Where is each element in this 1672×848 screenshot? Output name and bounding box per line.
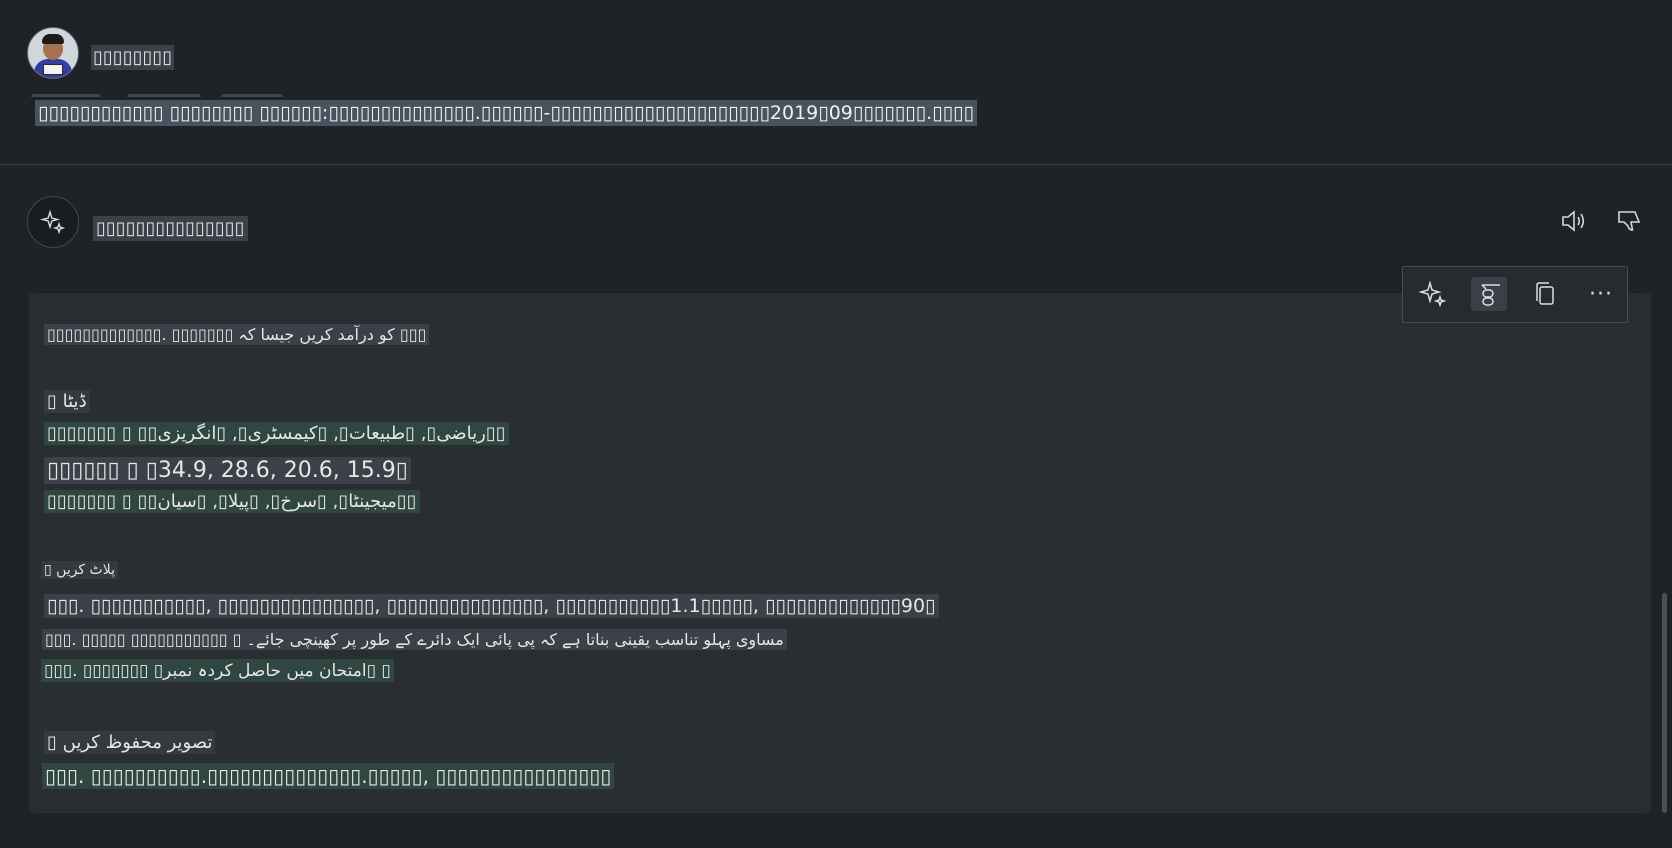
plot-line-3: ▯▯▯. ▯▯▯▯▯▯▯ ▯امتحان میں حاصل کردہ نمبر▯… <box>41 659 394 682</box>
data-heading: ▯ ڈیٹا <box>44 390 90 413</box>
save-line: ▯▯▯. ▯▯▯▯▯▯▯▯▯▯.▯▯▯▯▯▯▯▯▯▯▯▯▯▯.▯▯▯▯▯, ▯▯… <box>42 763 615 789</box>
read-aloud-button[interactable] <box>1557 204 1591 238</box>
copy-icon <box>1536 282 1554 305</box>
response-intro: ▯▯▯▯▯▯▯▯▯▯▯▯▯. ▯▯▯▯▯▯▯ کو درآمد کریں جیس… <box>44 324 430 345</box>
response-toolbar: ··· <box>1402 266 1628 323</box>
assistant-name: ▯▯▯▯▯▯▯▯▯▯▯▯▯▯▯ <box>93 216 248 241</box>
user-prompt-text: ▯▯▯▯▯▯▯▯▯▯▯▯ ▯▯▯▯▯▯▯▯ ▯▯▯▯▯▯:▯▯▯▯▯▯▯▯▯▯▯… <box>35 100 977 126</box>
plot-line-2: ▯▯▯. ▯▯▯▯▯ ▯▯▯▯▯▯▯▯▯▯▯ ▯ مساوی پہلو تناس… <box>42 629 787 650</box>
save-heading: ▯ تصویر محفوظ کریں <box>44 731 216 754</box>
more-icon: ··· <box>1589 281 1613 307</box>
data-colors-line: ▯▯▯▯▯▯▯ ▯ ▯▯میجینٹا▯, ▯سرخ▯, ▯پیلا▯, ▯سی… <box>44 490 420 513</box>
speaker-icon <box>1562 210 1585 232</box>
prompt-selection-marks <box>31 94 283 99</box>
compose-button[interactable] <box>1471 277 1507 311</box>
dislike-button[interactable] <box>1611 204 1645 238</box>
sparkle-icon <box>1418 280 1447 308</box>
copy-button[interactable] <box>1527 277 1563 311</box>
scrollbar[interactable] <box>1662 593 1667 813</box>
plot-heading: ▯ پلاٹ کریں <box>41 561 118 579</box>
sparkle-button[interactable] <box>1415 277 1451 311</box>
data-values-line: ▯▯▯▯▯▯ ▯ ▯34.9, 28.6, 20.6, 15.9▯ <box>44 457 411 484</box>
copilot-compose-icon <box>1481 284 1500 306</box>
response-panel <box>29 293 1651 813</box>
sparkle-icon <box>39 209 66 235</box>
copilot-avatar <box>27 196 79 248</box>
thumbs-down-icon <box>1618 211 1641 231</box>
user-message: ▯▯▯▯▯▯▯▯ ▯▯▯▯▯▯▯▯▯▯▯▯ ▯▯▯▯▯▯▯▯ ▯▯▯▯▯▯:▯▯… <box>0 0 1672 165</box>
user-name: ▯▯▯▯▯▯▯▯ <box>91 45 175 70</box>
data-subjects-line: ▯▯▯▯▯▯▯ ▯ ▯▯ریاضی▯, ▯طبیعات▯, ▯کیمسٹری▯,… <box>44 422 509 445</box>
more-button[interactable]: ··· <box>1583 277 1619 311</box>
user-avatar[interactable] <box>27 27 79 79</box>
plot-line-1: ▯▯▯. ▯▯▯▯▯▯▯▯▯▯▯, ▯▯▯▯▯▯▯▯▯▯▯▯▯▯▯, ▯▯▯▯▯… <box>44 594 939 618</box>
